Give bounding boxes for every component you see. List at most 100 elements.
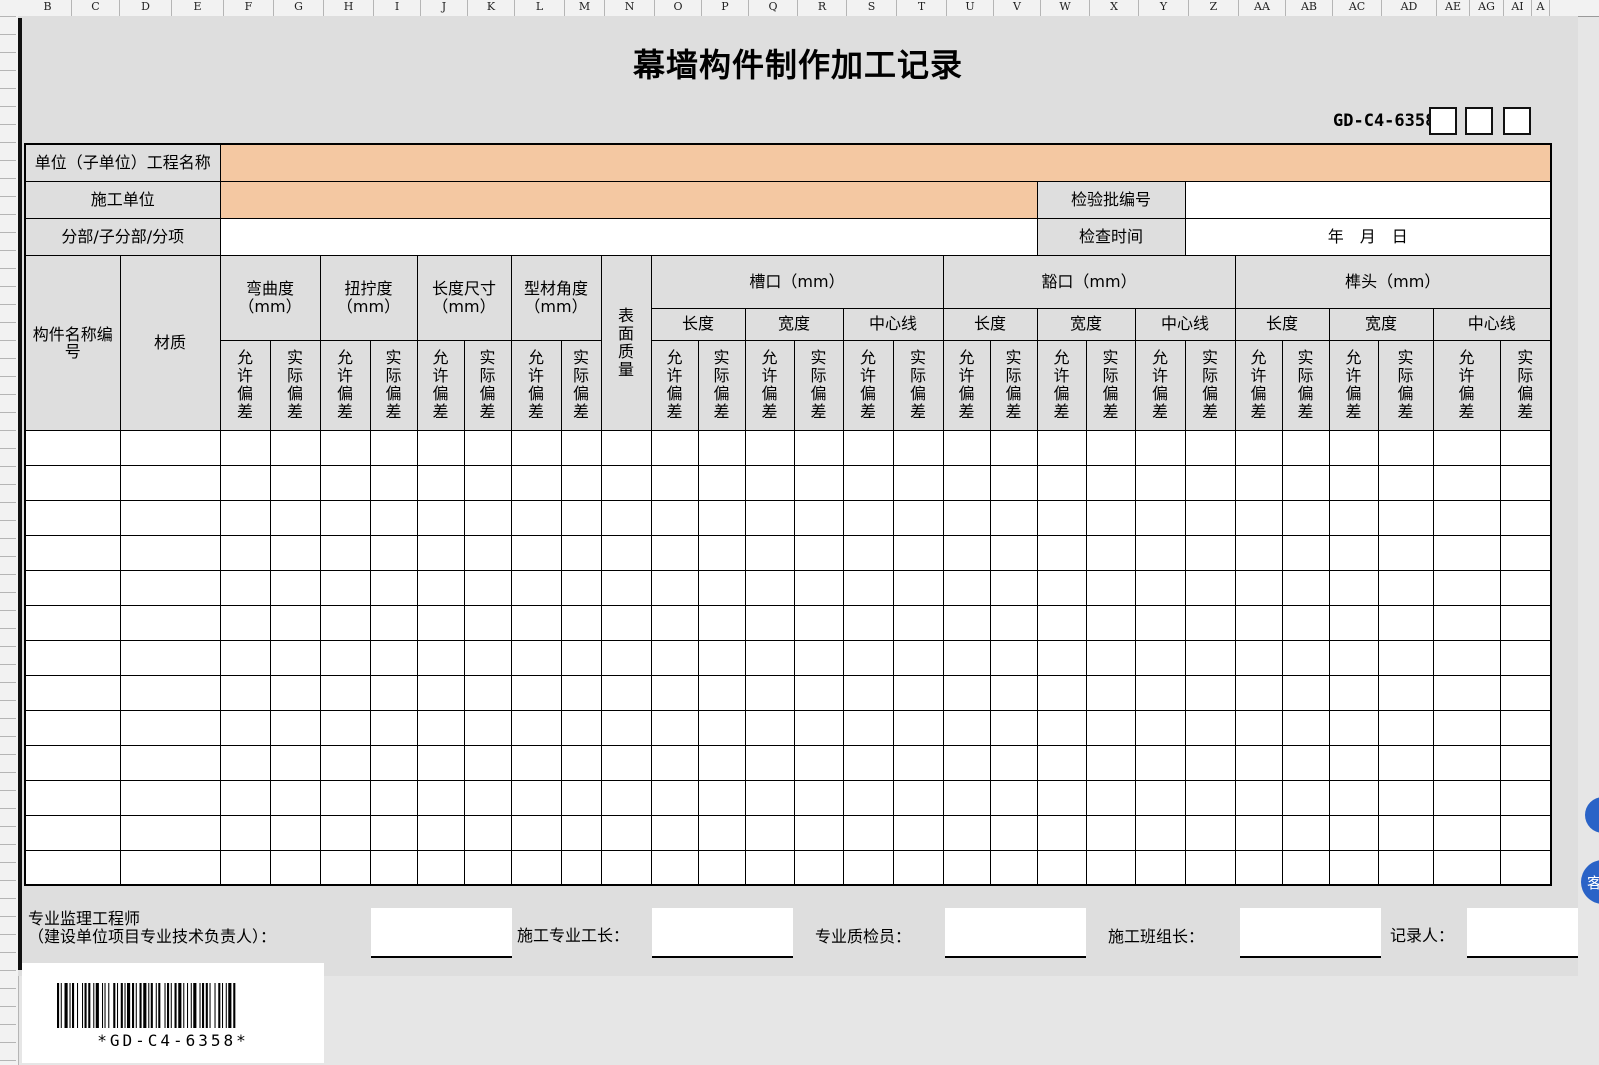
- table-cell[interactable]: [219, 429, 271, 466]
- table-cell[interactable]: [1499, 849, 1552, 886]
- table-cell[interactable]: [369, 779, 418, 816]
- table-cell[interactable]: [600, 674, 652, 711]
- table-cell[interactable]: [1377, 779, 1434, 816]
- table-cell[interactable]: [744, 674, 795, 711]
- table-cell[interactable]: [650, 674, 699, 711]
- table-cell[interactable]: [269, 534, 321, 571]
- table-cell[interactable]: [942, 744, 991, 781]
- table-cell[interactable]: [1085, 534, 1136, 571]
- table-cell[interactable]: [1377, 429, 1434, 466]
- table-cell[interactable]: [369, 534, 418, 571]
- table-cell[interactable]: [369, 604, 418, 641]
- table-cell[interactable]: [369, 849, 418, 886]
- table-cell[interactable]: [793, 534, 844, 571]
- table-cell[interactable]: [1134, 674, 1186, 711]
- table-cell[interactable]: [369, 639, 418, 676]
- table-cell[interactable]: [892, 639, 944, 676]
- table-cell[interactable]: [24, 674, 121, 711]
- table-cell[interactable]: [416, 674, 465, 711]
- table-cell[interactable]: [793, 499, 844, 536]
- table-cell[interactable]: [1328, 499, 1379, 536]
- side-float-button[interactable]: 客: [1581, 860, 1599, 904]
- table-cell[interactable]: [1377, 464, 1434, 501]
- column-header-ae[interactable]: AE: [1437, 0, 1470, 16]
- table-cell[interactable]: [1281, 429, 1330, 466]
- table-cell[interactable]: [510, 779, 562, 816]
- table-cell[interactable]: [1281, 604, 1330, 641]
- table-cell[interactable]: [560, 744, 602, 781]
- table-cell[interactable]: [463, 499, 512, 536]
- table-cell[interactable]: [1328, 429, 1379, 466]
- table-cell[interactable]: [1036, 709, 1087, 746]
- table-cell[interactable]: [744, 569, 795, 606]
- table-cell[interactable]: [744, 429, 795, 466]
- table-cell[interactable]: [1432, 744, 1501, 781]
- table-cell[interactable]: [1281, 849, 1330, 886]
- table-cell[interactable]: [319, 604, 371, 641]
- table-cell[interactable]: [697, 569, 746, 606]
- table-cell[interactable]: [510, 499, 562, 536]
- table-cell[interactable]: [510, 569, 562, 606]
- table-cell[interactable]: [842, 499, 894, 536]
- table-cell[interactable]: [989, 744, 1038, 781]
- table-cell[interactable]: [463, 534, 512, 571]
- table-cell[interactable]: [1036, 604, 1087, 641]
- table-cell[interactable]: [269, 569, 321, 606]
- table-cell[interactable]: [744, 709, 795, 746]
- table-cell[interactable]: [793, 814, 844, 851]
- table-cell[interactable]: [369, 569, 418, 606]
- table-cell[interactable]: [650, 639, 699, 676]
- table-cell[interactable]: [119, 849, 221, 886]
- table-cell[interactable]: [942, 779, 991, 816]
- table-cell[interactable]: [1499, 429, 1552, 466]
- table-cell[interactable]: [1432, 429, 1501, 466]
- table-cell[interactable]: [369, 814, 418, 851]
- column-header-aa[interactable]: AA: [1239, 0, 1286, 16]
- table-cell[interactable]: [510, 849, 562, 886]
- table-cell[interactable]: [219, 744, 271, 781]
- table-cell[interactable]: [942, 604, 991, 641]
- table-cell[interactable]: [793, 639, 844, 676]
- column-header-g[interactable]: G: [274, 0, 324, 16]
- table-cell[interactable]: [24, 849, 121, 886]
- table-cell[interactable]: [989, 674, 1038, 711]
- inspector-sign-input[interactable]: [945, 908, 1086, 958]
- table-cell[interactable]: [1432, 814, 1501, 851]
- table-cell[interactable]: [989, 464, 1038, 501]
- table-cell[interactable]: [697, 499, 746, 536]
- table-cell[interactable]: [842, 709, 894, 746]
- table-cell[interactable]: [510, 709, 562, 746]
- table-cell[interactable]: [1499, 499, 1552, 536]
- table-cell[interactable]: [1234, 744, 1283, 781]
- table-cell[interactable]: [24, 569, 121, 606]
- table-cell[interactable]: [1036, 779, 1087, 816]
- table-cell[interactable]: [416, 429, 465, 466]
- table-cell[interactable]: [510, 534, 562, 571]
- table-cell[interactable]: [1234, 569, 1283, 606]
- table-cell[interactable]: [560, 534, 602, 571]
- table-cell[interactable]: [369, 464, 418, 501]
- table-cell[interactable]: [1085, 814, 1136, 851]
- table-cell[interactable]: [510, 604, 562, 641]
- table-cell[interactable]: [1234, 709, 1283, 746]
- table-cell[interactable]: [1134, 814, 1186, 851]
- table-cell[interactable]: [600, 779, 652, 816]
- table-cell[interactable]: [1184, 709, 1236, 746]
- table-cell[interactable]: [697, 464, 746, 501]
- table-cell[interactable]: [600, 744, 652, 781]
- table-cell[interactable]: [1184, 779, 1236, 816]
- table-cell[interactable]: [842, 464, 894, 501]
- table-cell[interactable]: [1184, 569, 1236, 606]
- table-cell[interactable]: [744, 639, 795, 676]
- table-cell[interactable]: [650, 429, 699, 466]
- table-cell[interactable]: [24, 429, 121, 466]
- table-cell[interactable]: [650, 709, 699, 746]
- table-cell[interactable]: [1377, 849, 1434, 886]
- table-cell[interactable]: [744, 744, 795, 781]
- column-header-d[interactable]: D: [120, 0, 172, 16]
- table-cell[interactable]: [842, 849, 894, 886]
- table-cell[interactable]: [744, 499, 795, 536]
- table-cell[interactable]: [1432, 534, 1501, 571]
- table-cell[interactable]: [119, 744, 221, 781]
- table-cell[interactable]: [119, 534, 221, 571]
